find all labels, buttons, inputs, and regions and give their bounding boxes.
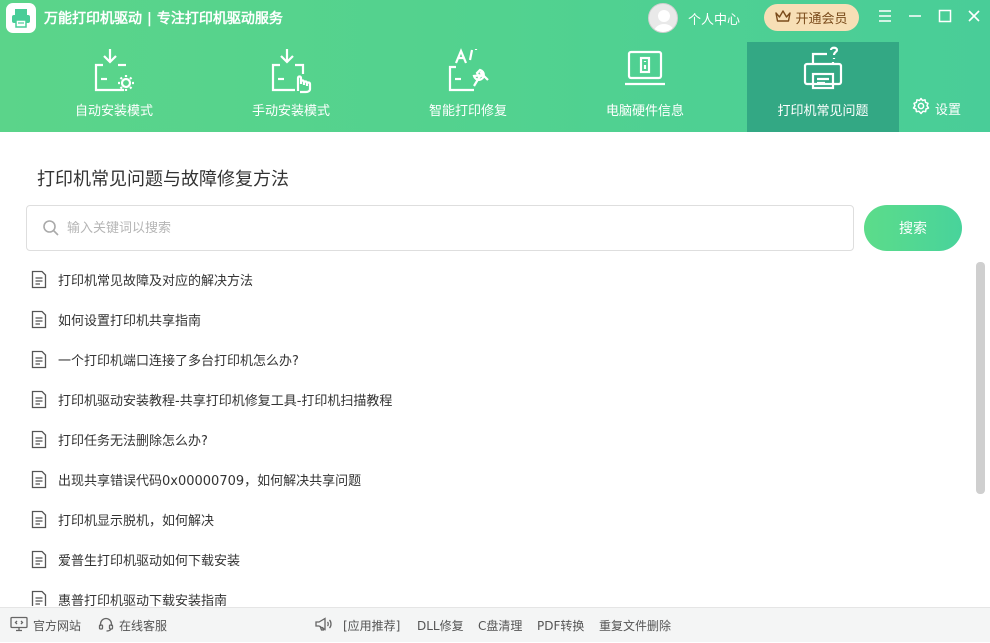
footer: 官方网站 在线客服 [应用推荐] DLL修复 C盘清理 PDF转换 重复文件删除 bbox=[0, 607, 990, 642]
close-icon[interactable] bbox=[964, 6, 984, 26]
megaphone-icon bbox=[314, 616, 334, 635]
faq-item-text: 打印机常见故障及对应的解决方法 bbox=[58, 273, 254, 289]
faq-item-text: 一个打印机端口连接了多台打印机怎么办? bbox=[58, 353, 299, 369]
faq-item[interactable]: 惠普打印机驱动下载安装指南 bbox=[30, 586, 227, 606]
document-icon bbox=[30, 509, 48, 529]
personal-center-link[interactable]: 个人中心 bbox=[688, 9, 740, 28]
headset-icon bbox=[98, 616, 114, 635]
tab-manual-install[interactable]: 手动安装模式 bbox=[215, 42, 367, 132]
monitor-icon bbox=[10, 616, 28, 635]
vip-button[interactable]: 开通会员 bbox=[764, 4, 859, 31]
faq-item-text: 爱普生打印机驱动如何下载安装 bbox=[58, 553, 241, 569]
faq-item-text: 如何设置打印机共享指南 bbox=[58, 313, 202, 329]
dll-repair-link[interactable]: DLL修复 bbox=[417, 608, 464, 643]
vip-button-label: 开通会员 bbox=[795, 12, 848, 27]
document-icon bbox=[30, 309, 48, 329]
faq-list: 打印机常见故障及对应的解决方法 如何设置打印机共享指南 一个打印机端口连接了多台… bbox=[0, 260, 974, 606]
tab-smart-repair[interactable]: 智能打印修复 bbox=[392, 42, 544, 132]
tab-hardware-info[interactable]: 电脑硬件信息 bbox=[569, 42, 721, 132]
tab-label: 手动安装模式 bbox=[251, 104, 330, 119]
scrollbar-thumb[interactable] bbox=[976, 262, 985, 494]
minimize-icon[interactable] bbox=[905, 6, 925, 26]
document-icon bbox=[30, 589, 48, 606]
recommend-label: [应用推荐] bbox=[343, 619, 401, 633]
official-site-label: 官方网站 bbox=[33, 619, 82, 633]
faq-item[interactable]: 打印机常见故障及对应的解决方法 bbox=[30, 266, 253, 292]
c-drive-clean-link[interactable]: C盘清理 bbox=[478, 608, 522, 643]
smart-repair-icon bbox=[442, 44, 494, 96]
faq-item-text: 惠普打印机驱动下载安装指南 bbox=[58, 593, 228, 607]
tab-label: 打印机常见问题 bbox=[777, 104, 869, 119]
hardware-info-icon bbox=[619, 44, 671, 96]
faq-item[interactable]: 出现共享错误代码0x00000709，如何解决共享问题 bbox=[30, 466, 361, 492]
faq-item[interactable]: 如何设置打印机共享指南 bbox=[30, 306, 201, 332]
search-box bbox=[26, 205, 854, 251]
manual-install-icon bbox=[265, 44, 317, 96]
document-icon bbox=[30, 429, 48, 449]
tab-label: 电脑硬件信息 bbox=[605, 104, 684, 119]
online-service-link[interactable]: 在线客服 bbox=[98, 608, 167, 643]
page-title: 打印机常见问题与故障修复方法 bbox=[37, 169, 289, 190]
document-icon bbox=[30, 349, 48, 369]
maximize-icon[interactable] bbox=[935, 6, 955, 26]
search-button[interactable]: 搜索 bbox=[864, 205, 962, 251]
header: 万能打印机驱动 | 专注打印机驱动服务 个人中心 开通会员 自动安装模式 手动安… bbox=[0, 0, 990, 132]
faq-item[interactable]: 爱普生打印机驱动如何下载安装 bbox=[30, 546, 240, 572]
online-service-label: 在线客服 bbox=[119, 619, 168, 633]
recommend-section: [应用推荐] bbox=[314, 608, 400, 643]
printer-faq-icon bbox=[797, 44, 849, 96]
auto-install-icon bbox=[88, 44, 140, 96]
settings-button[interactable]: 设置 bbox=[912, 97, 961, 119]
document-icon bbox=[30, 269, 48, 289]
faq-item-text: 打印机驱动安装教程-共享打印机修复工具-打印机扫描教程 bbox=[58, 393, 393, 409]
faq-item[interactable]: 打印任务无法删除怎么办? bbox=[30, 426, 208, 452]
official-site-link[interactable]: 官方网站 bbox=[10, 608, 81, 643]
faq-item-text: 打印机显示脱机，如何解决 bbox=[58, 513, 215, 529]
search-icon bbox=[41, 218, 61, 238]
vip-crown-icon bbox=[775, 9, 792, 27]
faq-item[interactable]: 打印机显示脱机，如何解决 bbox=[30, 506, 214, 532]
app-title: 万能打印机驱动 | 专注打印机驱动服务 bbox=[44, 11, 283, 27]
document-icon bbox=[30, 389, 48, 409]
tab-label: 智能打印修复 bbox=[428, 104, 507, 119]
document-icon bbox=[30, 549, 48, 569]
document-icon bbox=[30, 469, 48, 489]
pdf-convert-link[interactable]: PDF转换 bbox=[537, 608, 584, 643]
settings-label: 设置 bbox=[935, 102, 962, 118]
duplicate-file-delete-link[interactable]: 重复文件删除 bbox=[599, 608, 671, 643]
app-logo-icon bbox=[6, 3, 36, 33]
tab-label: 自动安装模式 bbox=[74, 104, 153, 119]
tab-auto-install[interactable]: 自动安装模式 bbox=[38, 42, 190, 132]
faq-item-text: 打印任务无法删除怎么办? bbox=[58, 433, 208, 449]
faq-item[interactable]: 打印机驱动安装教程-共享打印机修复工具-打印机扫描教程 bbox=[30, 386, 392, 412]
gear-icon bbox=[912, 97, 930, 119]
tab-printer-faq[interactable]: 打印机常见问题 bbox=[747, 42, 899, 132]
avatar[interactable] bbox=[648, 3, 678, 33]
search-input[interactable] bbox=[67, 220, 827, 236]
faq-item[interactable]: 一个打印机端口连接了多台打印机怎么办? bbox=[30, 346, 299, 372]
faq-item-text: 出现共享错误代码0x00000709，如何解决共享问题 bbox=[58, 473, 362, 489]
menu-icon[interactable] bbox=[875, 6, 895, 26]
